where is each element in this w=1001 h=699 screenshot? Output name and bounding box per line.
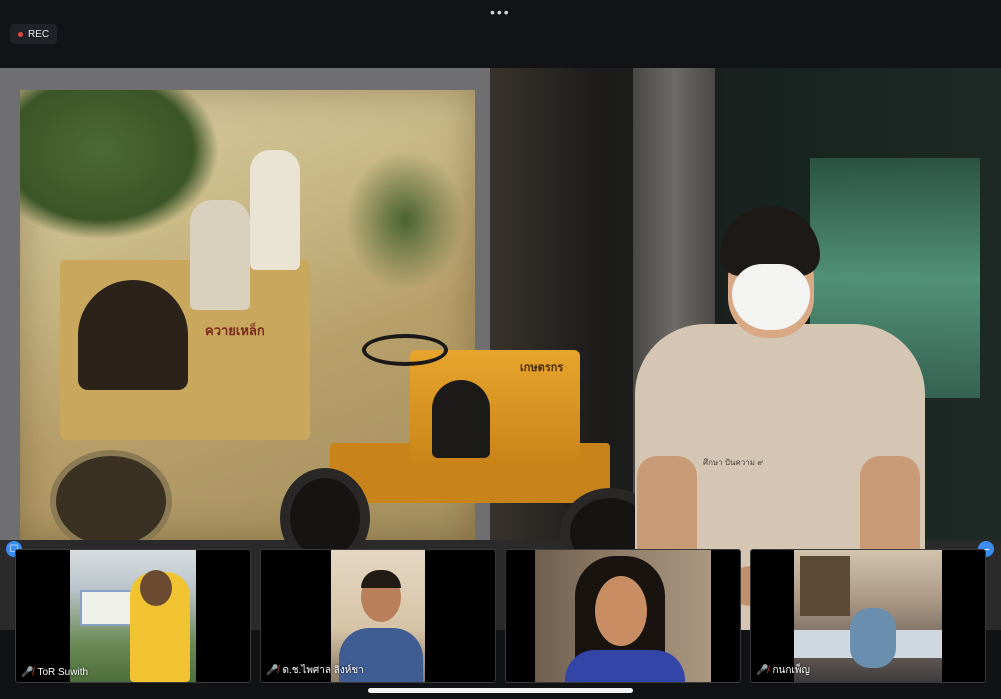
- participant-label: 🎤̸ ด.ช.ไพศาล ลิงห์ชา: [266, 663, 364, 678]
- participant-tile[interactable]: [505, 549, 741, 683]
- participant-video: [794, 550, 942, 682]
- mic-muted-icon: 🎤̸: [21, 667, 34, 678]
- participant-video: [535, 550, 711, 682]
- face-mask: [732, 264, 810, 330]
- main-video[interactable]: ควายเหล็ก เกษตรกร ศึกษา ปันความ ๙ ✎: [0, 68, 1001, 630]
- participant-label: 🎤̸ กนกเพ็ญ: [756, 663, 810, 678]
- home-indicator[interactable]: [368, 688, 633, 693]
- tractor-label: เกษตรกร: [520, 362, 564, 374]
- more-options-icon[interactable]: •••: [490, 4, 511, 20]
- participant-tile[interactable]: 🎤̸ กนกเพ็ญ: [750, 549, 986, 683]
- participant-name: กนกเพ็ญ: [772, 665, 810, 676]
- top-bar: ••• REC: [0, 0, 1001, 68]
- steering-wheel: [362, 334, 448, 366]
- participant-tile[interactable]: 🎤̸ ด.ช.ไพศาล ลิงห์ชา: [260, 549, 496, 683]
- poster-caption: ควายเหล็ก: [205, 323, 265, 338]
- orange-tractor: เกษตรกร: [410, 350, 580, 465]
- mic-muted-icon: 🎤̸: [266, 665, 279, 676]
- participant-name: ToR Suwith: [37, 667, 89, 678]
- participant-label: 🎤̸ ToR Suwith: [21, 667, 88, 678]
- mic-muted-icon: 🎤̸: [756, 665, 769, 676]
- shirt-logo: ศึกษา ปันความ ๙: [703, 458, 764, 467]
- participant-name: ด.ช.ไพศาล ลิงห์ชา: [282, 665, 364, 676]
- recording-dot-icon: [18, 31, 23, 37]
- recording-indicator: REC: [10, 24, 58, 44]
- participant-video: [70, 550, 196, 682]
- recording-label: REC: [28, 28, 50, 40]
- participant-tile[interactable]: 🎤̸ ToR Suwith: [15, 549, 251, 683]
